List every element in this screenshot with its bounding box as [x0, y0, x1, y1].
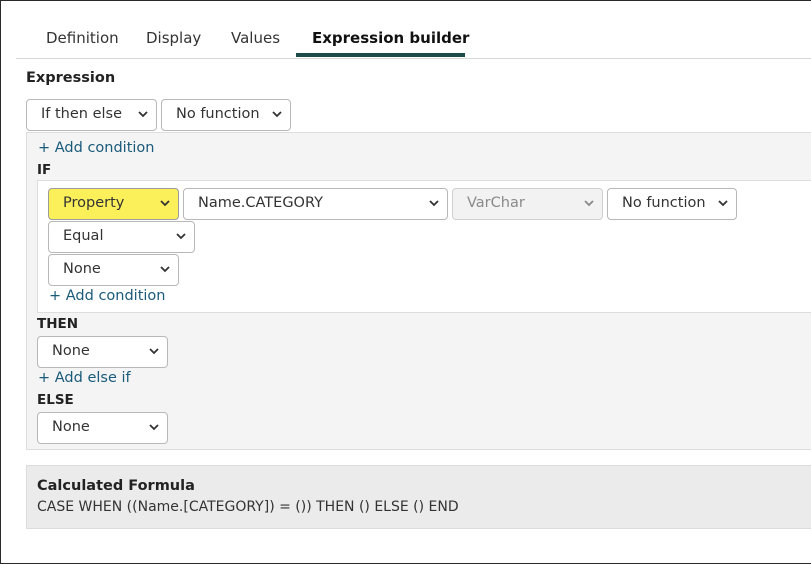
- tab-expression-builder[interactable]: Expression builder: [312, 29, 469, 47]
- calculated-formula-title: Calculated Formula: [37, 478, 195, 494]
- tab-values[interactable]: Values: [231, 29, 280, 47]
- expression-heading: Expression: [26, 70, 116, 86]
- condition-value-value: None: [63, 261, 101, 277]
- condition-property-select[interactable]: Name.CATEGORY: [183, 188, 448, 220]
- else-value-select[interactable]: None: [37, 412, 168, 444]
- condition-source-value: Property: [63, 195, 125, 211]
- condition-operator-select[interactable]: Equal: [48, 221, 195, 253]
- calculated-formula-box: Calculated Formula CASE WHEN ((Name.[CAT…: [26, 465, 811, 529]
- then-label: THEN: [37, 316, 79, 332]
- chevron-down-icon: [584, 200, 594, 207]
- chevron-down-icon: [272, 111, 282, 118]
- tab-definition[interactable]: Definition: [46, 29, 119, 47]
- active-tab-indicator: [296, 53, 465, 57]
- condition-function-value: No function: [622, 195, 706, 211]
- chevron-down-icon: [160, 200, 170, 207]
- chevron-down-icon: [138, 111, 148, 118]
- condition-property-value: Name.CATEGORY: [198, 195, 323, 211]
- chevron-down-icon: [718, 200, 728, 207]
- then-value-select[interactable]: None: [37, 336, 168, 368]
- condition-function-select[interactable]: No function: [607, 188, 737, 220]
- condition-source-select[interactable]: Property: [48, 188, 179, 220]
- chevron-down-icon: [149, 348, 159, 355]
- expression-function-value: No function: [176, 106, 260, 122]
- condition-datatype-value: VarChar: [467, 195, 525, 211]
- add-else-if-link[interactable]: + Add else if: [38, 370, 131, 386]
- calculated-formula-text: CASE WHEN ((Name.[CATEGORY]) = ()) THEN …: [37, 499, 459, 515]
- condition-datatype-select: VarChar: [452, 188, 603, 220]
- else-value-value: None: [52, 419, 90, 435]
- then-value-value: None: [52, 343, 90, 359]
- expression-type-select[interactable]: If then else: [26, 99, 157, 131]
- expression-function-select[interactable]: No function: [161, 99, 291, 131]
- tab-bar: Definition Display Values Expression bui…: [16, 19, 811, 59]
- chevron-down-icon: [429, 200, 439, 207]
- chevron-down-icon: [176, 233, 186, 240]
- add-condition-link-top[interactable]: + Add condition: [38, 140, 154, 156]
- add-condition-link-inner[interactable]: + Add condition: [49, 288, 165, 304]
- tab-display[interactable]: Display: [146, 29, 201, 47]
- chevron-down-icon: [149, 424, 159, 431]
- chevron-down-icon: [160, 266, 170, 273]
- else-label: ELSE: [37, 392, 74, 408]
- condition-operator-value: Equal: [63, 228, 104, 244]
- if-label: IF: [37, 162, 52, 178]
- expression-type-value: If then else: [41, 106, 123, 122]
- expression-builder-window: Definition Display Values Expression bui…: [0, 0, 811, 564]
- condition-value-select[interactable]: None: [48, 254, 179, 286]
